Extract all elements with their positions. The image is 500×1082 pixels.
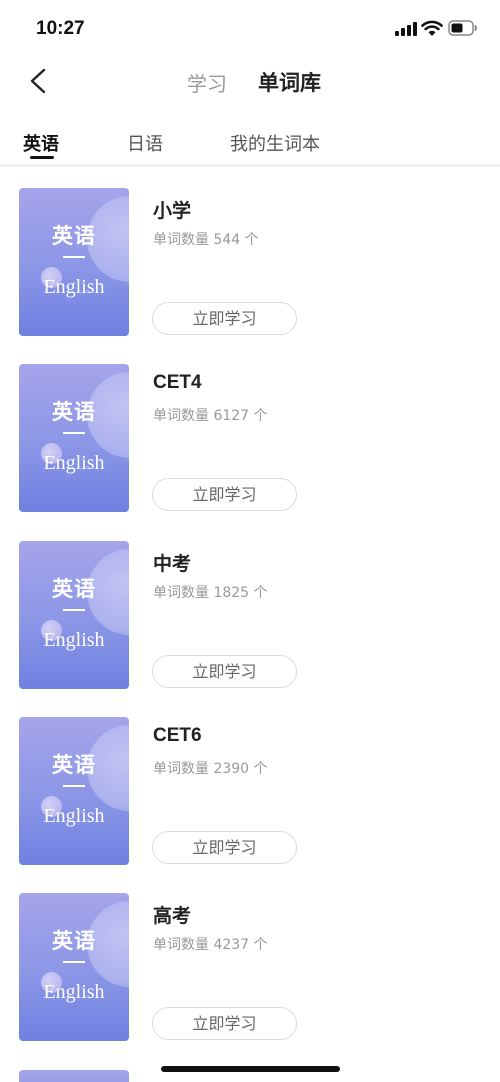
word-count: 单词数量 1825 个	[153, 585, 268, 601]
book-item[interactable]: 英语 English CET4 单词数量 6127 个 立即学习	[0, 364, 500, 512]
cover-title-cn: 英语	[52, 223, 96, 248]
status-time: 10:27	[36, 18, 85, 39]
book-cover-partial[interactable]	[19, 1070, 129, 1082]
cover-title-cn: 英语	[52, 399, 96, 424]
wifi-icon	[421, 20, 443, 36]
cellular-signal-icon	[395, 22, 417, 36]
cover-title-cn: 英语	[52, 928, 96, 953]
tab-my-vocabulary[interactable]: 我的生词本	[230, 130, 320, 156]
cover-divider	[63, 785, 85, 787]
book-title: CET6	[153, 725, 202, 746]
book-item[interactable]: 英语 English 中考 单词数量 1825 个 立即学习	[0, 541, 500, 689]
study-now-button[interactable]: 立即学习	[152, 302, 297, 335]
tab-english[interactable]: 英语	[23, 130, 59, 156]
study-now-button[interactable]: 立即学习	[152, 478, 297, 511]
book-item[interactable]: 英语 English 小学 单词数量 544 个 立即学习	[0, 188, 500, 336]
cover-title-cn: 英语	[52, 576, 96, 601]
book-title: 高考	[153, 906, 192, 927]
cover-divider	[63, 961, 85, 963]
study-now-button[interactable]: 立即学习	[152, 655, 297, 688]
cover-title-en: English	[43, 981, 105, 1003]
cover-title-en: English	[43, 452, 105, 474]
cover-title-en: English	[43, 805, 105, 827]
book-title: 小学	[153, 201, 192, 222]
book-item[interactable]: 英语 English CET6 单词数量 2390 个 立即学习	[0, 717, 500, 865]
book-title: CET4	[153, 372, 202, 393]
word-count: 单词数量 6127 个	[153, 408, 268, 424]
battery-icon	[448, 20, 477, 36]
nav-tab-word-library[interactable]: 单词库	[258, 67, 321, 97]
back-chevron-icon[interactable]	[24, 66, 52, 96]
nav-tab-study[interactable]: 学习	[187, 68, 227, 97]
word-count: 单词数量 4237 个	[153, 937, 268, 953]
study-now-button[interactable]: 立即学习	[152, 831, 297, 864]
status-bar: 10:27	[0, 0, 500, 58]
book-cover[interactable]: 英语 English	[19, 188, 129, 336]
book-cover[interactable]: 英语 English	[19, 364, 129, 512]
book-cover[interactable]: 英语 English	[19, 541, 129, 689]
book-title: 中考	[153, 554, 192, 575]
cover-divider	[63, 432, 85, 434]
book-item[interactable]: 英语 English 高考 单词数量 4237 个 立即学习	[0, 893, 500, 1041]
cover-title-en: English	[43, 629, 105, 651]
nav-bar: 学习 单词库	[0, 58, 500, 104]
cover-divider	[63, 609, 85, 611]
book-cover[interactable]: 英语 English	[19, 717, 129, 865]
category-tabs: 英语 日语 我的生词本	[0, 120, 500, 167]
home-indicator[interactable]	[161, 1066, 340, 1072]
cover-title-cn: 英语	[52, 752, 96, 777]
word-count: 单词数量 2390 个	[153, 761, 268, 777]
cover-divider	[63, 256, 85, 258]
word-count: 单词数量 544 个	[153, 232, 259, 248]
cover-title-en: English	[43, 276, 105, 298]
active-tab-indicator	[30, 156, 54, 159]
study-now-button[interactable]: 立即学习	[152, 1007, 297, 1040]
tab-japanese[interactable]: 日语	[127, 130, 163, 156]
book-cover[interactable]: 英语 English	[19, 893, 129, 1041]
